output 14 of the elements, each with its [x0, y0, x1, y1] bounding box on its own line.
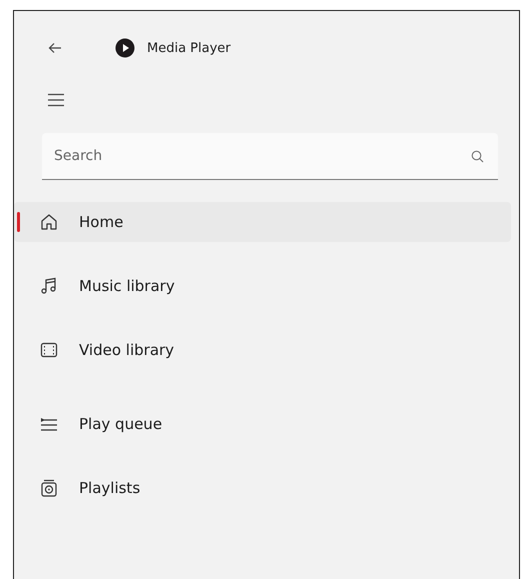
nav-item[interactable]: Play queue — [14, 404, 511, 444]
window-title: Media Player — [147, 40, 231, 56]
selection-indicator — [17, 212, 20, 232]
menu-icon — [47, 93, 65, 107]
app-logo-icon — [115, 38, 135, 58]
home-icon — [39, 212, 59, 232]
film-icon — [39, 340, 59, 360]
nav-item[interactable]: Video library — [14, 330, 511, 370]
nav-item[interactable]: Music library — [14, 266, 511, 306]
search-field[interactable]: Search — [42, 133, 498, 180]
nav-item[interactable]: Playlists — [14, 468, 511, 508]
search-icon — [471, 150, 484, 163]
nav-item[interactable]: Home — [14, 202, 511, 242]
playlist-disc-icon — [39, 478, 59, 498]
